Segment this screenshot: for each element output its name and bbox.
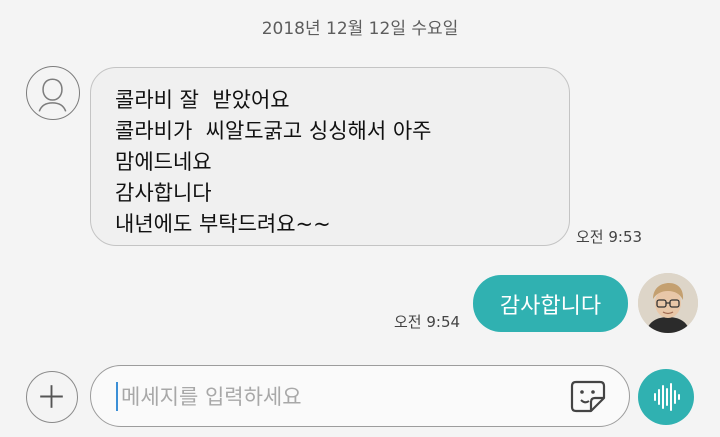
message-line: 콜라비가 씨알도굵고 싱싱해서 아주 xyxy=(115,119,432,143)
outgoing-message-text: 감사합니다 xyxy=(499,293,602,319)
voice-message-button[interactable] xyxy=(638,369,694,425)
sticker-icon xyxy=(570,380,606,413)
outgoing-timestamp: 오전 9:54 xyxy=(394,313,461,331)
sticker-button[interactable] xyxy=(569,378,609,414)
contact-avatar[interactable] xyxy=(26,66,80,120)
text-caret xyxy=(116,382,118,411)
message-line: 콜라비 잘 받았어요 xyxy=(115,88,290,112)
voice-wave-icon xyxy=(654,383,680,411)
message-line: 감사합니다 xyxy=(115,181,212,205)
message-line: 내년에도 부탁드려요~~ xyxy=(115,212,331,236)
profile-photo xyxy=(638,273,698,333)
outgoing-message-bubble[interactable]: 감사합니다 xyxy=(473,275,628,332)
message-input-box[interactable] xyxy=(90,365,630,427)
message-line: 맘에드네요 xyxy=(115,150,212,174)
my-avatar[interactable] xyxy=(638,273,698,333)
person-outline-icon xyxy=(38,78,67,112)
message-input[interactable] xyxy=(119,376,563,418)
plus-icon xyxy=(40,385,63,408)
incoming-message-bubble[interactable]: 콜라비 잘 받았어요 콜라비가 씨알도굵고 싱싱해서 아주 맘에드네요 감사합니… xyxy=(90,67,570,246)
attach-button[interactable] xyxy=(26,371,78,423)
date-header: 2018년 12월 12일 수요일 xyxy=(261,19,459,39)
incoming-timestamp: 오전 9:53 xyxy=(576,228,643,246)
